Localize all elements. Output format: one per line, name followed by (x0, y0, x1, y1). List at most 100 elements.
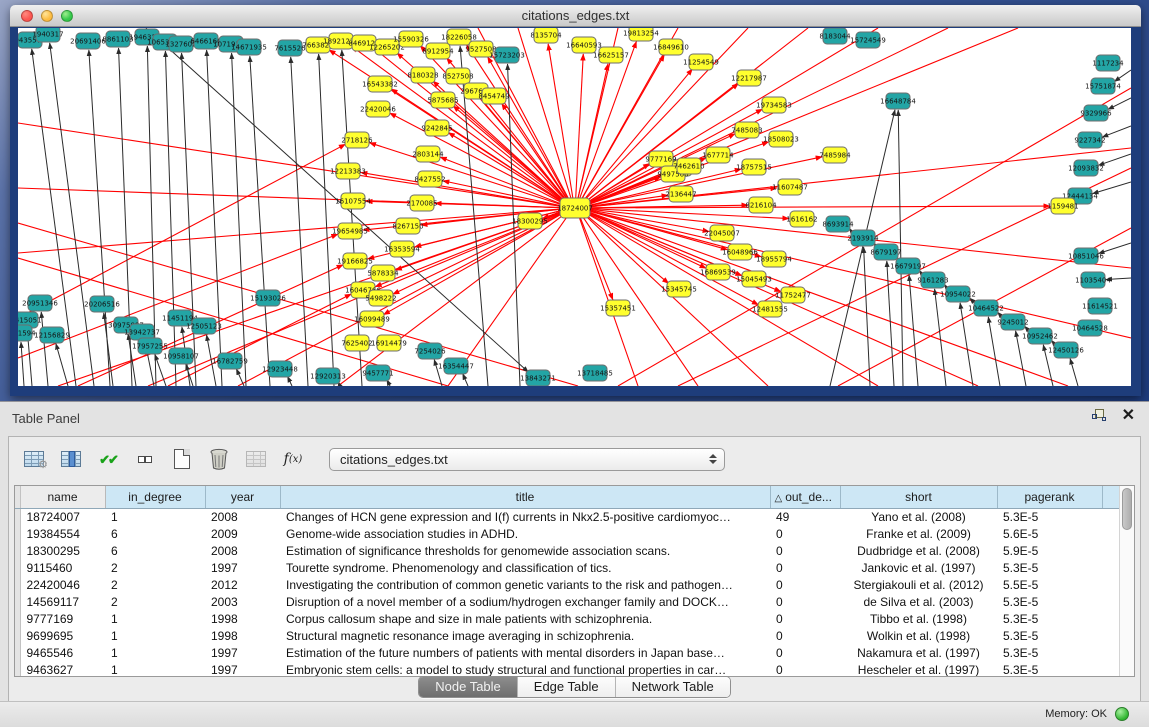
close-panel-icon[interactable]: ✕ (1122, 409, 1135, 423)
table-cell[interactable]: 2 (105, 576, 205, 593)
table-row[interactable]: 1830029562008Estimation of significance … (15, 542, 1119, 559)
table-cell[interactable]: 1997 (205, 559, 280, 576)
table-cell[interactable]: 6 (105, 542, 205, 559)
graph-edge[interactable] (960, 303, 973, 386)
show-columns-icon[interactable] (58, 446, 84, 472)
column-header-year[interactable]: year (205, 486, 280, 508)
table-cell[interactable]: 1997 (205, 661, 280, 676)
table-cell[interactable]: 2 (105, 559, 205, 576)
table-cell[interactable]: 19384554 (20, 525, 105, 542)
table-cell[interactable]: Embryonic stem cells: a model to study s… (280, 661, 770, 676)
column-header-short[interactable]: short (840, 486, 997, 508)
graph-edge[interactable] (56, 344, 68, 386)
table-cell[interactable]: 1 (105, 508, 205, 525)
graph-edge[interactable] (1102, 126, 1131, 137)
graph-edge[interactable] (584, 213, 669, 284)
graph-edge[interactable] (466, 44, 569, 201)
table-cell[interactable]: 5.3E-5 (997, 508, 1102, 525)
table-cell[interactable]: 9115460 (20, 559, 105, 576)
table-cell[interactable]: Changes of HCN gene expression and I(f) … (280, 508, 770, 525)
table-cell[interactable]: 2003 (205, 593, 280, 610)
graph-edge[interactable] (232, 53, 246, 386)
graph-edge[interactable] (579, 215, 613, 299)
scrollbar-thumb[interactable] (1122, 488, 1132, 530)
table-source-select[interactable]: citations_edges.txt (329, 448, 725, 471)
float-panel-icon[interactable] (1092, 409, 1106, 423)
table-cell[interactable]: Structural magnetic resonance image aver… (280, 627, 770, 644)
table-row[interactable]: 946362711997Embryonic stem cells: a mode… (15, 661, 1119, 676)
table-cell[interactable]: 5.3E-5 (997, 559, 1102, 576)
graph-edge[interactable] (182, 53, 196, 386)
table-row[interactable]: 2242004622012Investigating the contribut… (15, 576, 1119, 593)
graph-edge[interactable] (581, 215, 698, 386)
table-cell[interactable]: 0 (770, 610, 840, 627)
table-cell[interactable]: 5.3E-5 (997, 661, 1102, 676)
table-row[interactable]: 1872400712008Changes of HCN gene express… (15, 508, 1119, 525)
table-cell[interactable]: 2 (105, 593, 205, 610)
table-cell[interactable]: 14569117 (20, 593, 105, 610)
column-header-out_de[interactable]: △out_de... (770, 486, 840, 508)
table-cell[interactable]: 0 (770, 661, 840, 676)
table-cell[interactable]: 2012 (205, 576, 280, 593)
table-row[interactable]: 969969511998Structural magnetic resonanc… (15, 627, 1119, 644)
delete-column-icon[interactable] (206, 446, 232, 472)
select-all-icon[interactable]: ✔✔ (95, 446, 121, 472)
table-cell[interactable]: Yano et al. (2008) (840, 508, 997, 525)
table-cell[interactable]: 5.3E-5 (997, 593, 1102, 610)
table-cell[interactable]: 6 (105, 525, 205, 542)
graph-edge[interactable] (319, 54, 334, 386)
table-cell[interactable]: Investigating the contribution of common… (280, 576, 770, 593)
table-cell[interactable]: Genome-wide association studies in ADHD. (280, 525, 770, 542)
table-cell[interactable]: Corpus callosum shape and size in male p… (280, 610, 770, 627)
table-cell[interactable]: 5.3E-5 (997, 644, 1102, 661)
table-row[interactable]: 1938455462009Genome-wide association stu… (15, 525, 1119, 542)
table-cell[interactable]: 1 (105, 627, 205, 644)
table-row[interactable]: 977716911998Corpus callosum shape and si… (15, 610, 1119, 627)
tab-edge-table[interactable]: Edge Table (518, 677, 616, 697)
table-cell[interactable]: 2008 (205, 542, 280, 559)
table-cell[interactable]: 1997 (205, 644, 280, 661)
graph-edge[interactable] (391, 89, 566, 204)
table-cell[interactable]: Hescheler et al. (1997) (840, 661, 997, 676)
delete-table-icon[interactable] (243, 446, 269, 472)
graph-edge[interactable] (463, 374, 468, 386)
graph-edge[interactable] (18, 188, 564, 208)
graph-edge[interactable] (585, 28, 1018, 205)
table-cell[interactable]: 9699695 (20, 627, 105, 644)
table-cell[interactable]: Stergiakouli et al. (2012) (840, 576, 997, 593)
zoom-window-button[interactable] (61, 10, 73, 22)
table-cell[interactable]: 5.3E-5 (997, 610, 1102, 627)
table-cell[interactable]: 9777169 (20, 610, 105, 627)
graph-edge[interactable] (988, 317, 1000, 386)
table-cell[interactable]: Tibbo et al. (1998) (840, 610, 997, 627)
table-cell[interactable]: 1 (105, 644, 205, 661)
table-cell[interactable]: de Silva et al. (2003) (840, 593, 997, 610)
table-cell[interactable]: Estimation of the future numbers of pati… (280, 644, 770, 661)
tab-node-table[interactable]: Node Table (419, 677, 518, 697)
table-cell[interactable]: 0 (770, 593, 840, 610)
table-cell[interactable]: 5.9E-5 (997, 542, 1102, 559)
table-cell[interactable]: Disruption of a novel member of a sodium… (280, 593, 770, 610)
table-cell[interactable]: 2008 (205, 508, 280, 525)
table-cell[interactable]: 5.5E-5 (997, 576, 1102, 593)
table-cell[interactable]: 2009 (205, 525, 280, 542)
graph-edge[interactable] (864, 247, 870, 386)
table-row[interactable]: 1456911722003Disruption of a novel membe… (15, 593, 1119, 610)
table-cell[interactable]: 18300295 (20, 542, 105, 559)
table-row[interactable]: 911546021997Tourette syndrome. Phenomeno… (15, 559, 1119, 576)
graph-edge[interactable] (207, 50, 222, 386)
table-mode-icon[interactable]: ⚙ (21, 446, 47, 472)
graph-edge[interactable] (89, 50, 110, 386)
table-cell[interactable]: 1998 (205, 627, 280, 644)
minimize-window-button[interactable] (41, 10, 53, 22)
function-builder-icon[interactable]: f(x) (280, 446, 306, 472)
table-row[interactable]: 946554611997Estimation of the future num… (15, 644, 1119, 661)
table-cell[interactable]: Tourette syndrome. Phenomenology and cla… (280, 559, 770, 576)
table-cell[interactable]: 0 (770, 542, 840, 559)
table-cell[interactable]: 1 (105, 661, 205, 676)
table-cell[interactable]: 0 (770, 559, 840, 576)
table-cell[interactable]: 0 (770, 644, 840, 661)
graph-edge[interactable] (1114, 70, 1131, 82)
table-cell[interactable]: 0 (770, 576, 840, 593)
graph-edge[interactable] (287, 376, 292, 386)
